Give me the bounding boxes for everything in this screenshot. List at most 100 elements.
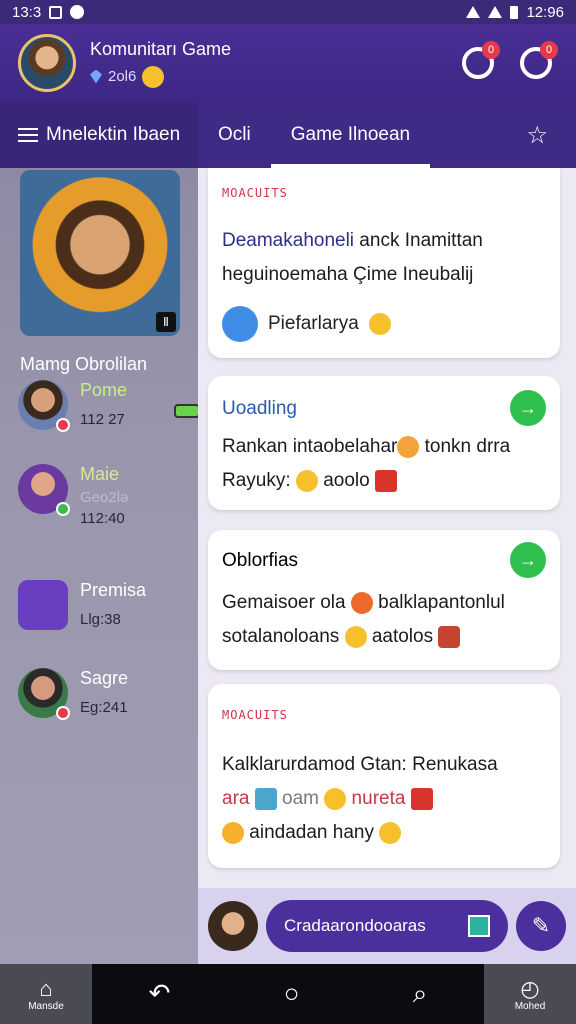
group-icon	[18, 580, 68, 630]
home-circle-icon[interactable]: ○	[284, 978, 300, 1010]
post-headline: Deamakahoneli	[222, 230, 355, 251]
battery-icon	[510, 5, 519, 19]
post-card[interactable]: MOACUITS Deamakahoneli anck Inamittan he…	[208, 168, 560, 358]
post-body: heguinoemaha Çime Ineubalij	[222, 264, 474, 285]
post-body-line1b: tonkn drra	[419, 436, 511, 457]
nav-profile-label: Mohed	[514, 1000, 546, 1012]
post-body-line2: Rayuky:	[222, 470, 296, 491]
notifications-button[interactable]: 0	[462, 41, 500, 79]
hero-image[interactable]: Ⅱ	[20, 170, 180, 336]
emoji-icon	[295, 469, 318, 492]
sim-icon	[49, 5, 63, 19]
tab-bar: Mnelektin Ibaen Ocli Game Ilnoean ☆	[0, 102, 576, 168]
post-card[interactable]: Uoadling → Rankan intaobelahar tonkn drr…	[208, 376, 560, 510]
home-icon: ⌂	[39, 975, 53, 1001]
open-arrow-button[interactable]: →	[510, 390, 546, 426]
search-icon[interactable]: ⌕	[413, 978, 428, 1010]
nav-home[interactable]: ⌂ Mansde	[0, 964, 92, 1024]
post-body-line1: Gemaisoer ola	[222, 592, 346, 613]
post-card[interactable]: Oblorfias → Gemaisoer ola balklapantonlu…	[208, 530, 560, 670]
nav-home-label: Mansde	[28, 1000, 64, 1012]
status-clock: 12:96	[526, 3, 564, 21]
emoji-icon	[374, 469, 397, 492]
post-body-line0: Kalklarurdamod Gtan: Renukasa	[222, 754, 498, 775]
smile-emoji-icon	[368, 313, 391, 335]
my-avatar[interactable]	[208, 901, 258, 951]
profile-avatar[interactable]	[18, 34, 76, 92]
notification-dot-icon	[70, 5, 85, 19]
chat-name: Premisa	[80, 580, 147, 600]
send-button[interactable]: ✎	[516, 901, 566, 951]
chat-time: 112:40	[80, 510, 125, 527]
chat-item[interactable]: Sagre Eg:241	[18, 668, 128, 720]
chat-item[interactable]: Maie Geo2lə 112:40	[18, 464, 128, 527]
messages-button[interactable]: 0	[520, 41, 558, 79]
post-body-line1: Rankan intaobelahar	[222, 436, 398, 457]
message-input[interactable]: Cradaarondooaras	[266, 900, 508, 952]
post-body-line1c: nureta	[346, 788, 406, 809]
message-placeholder: Cradaarondooaras	[284, 916, 426, 935]
menu-tab-label: Mnelektin Ibaen	[46, 124, 181, 145]
avatar	[18, 464, 70, 516]
chat-time: Llg:38	[80, 611, 121, 628]
chat-time: Eg:241	[80, 699, 128, 716]
emoji-icon	[222, 821, 244, 844]
post-body-line1b: oam	[276, 788, 319, 809]
post-headline-rest: anck Inamittan	[354, 230, 483, 251]
signal-icon	[488, 6, 503, 18]
message-composer: Cradaarondooaras ✎	[198, 888, 576, 964]
emoji-icon	[344, 625, 367, 648]
messages-badge: 0	[540, 41, 558, 59]
star-icon[interactable]: ☆	[526, 121, 548, 150]
emoji-icon	[379, 821, 402, 844]
online-dot	[56, 502, 70, 516]
emoji-icon	[350, 591, 373, 614]
status-time: 13:3	[12, 3, 42, 21]
wifi-icon	[466, 6, 481, 18]
post-body-line1b: balklapantonlul	[372, 592, 505, 613]
hamburger-icon	[18, 128, 38, 142]
chat-time: 112 27	[80, 411, 125, 428]
chat-name: Maie	[80, 464, 120, 484]
back-icon[interactable]: ↶	[149, 978, 171, 1010]
shield-icon	[222, 306, 258, 342]
sidebar-title: Mamg Obrolilan	[20, 354, 148, 374]
app-header: Komunitarı Game 2ol6 0 0	[0, 24, 576, 102]
status-bar: 13:3 12:96	[0, 0, 576, 24]
post-body-line2b: aatolos	[366, 626, 434, 647]
clock-icon: ◴	[520, 975, 540, 1001]
post-body-line2b: aoolo	[323, 470, 370, 491]
post-kicker: MOACUITS	[222, 708, 288, 722]
community-year: 2ol6	[108, 68, 137, 85]
attachment-icon[interactable]	[468, 915, 490, 937]
chat-name: Pome	[80, 380, 128, 400]
emoji-icon	[410, 787, 433, 810]
community-title: Komunitarı Game	[90, 38, 232, 59]
menu-tab[interactable]: Mnelektin Ibaen	[0, 102, 198, 168]
chat-item[interactable]: Pome 112 27	[18, 380, 128, 432]
unread-dot	[56, 706, 70, 720]
post-feed: MOACUITS Deamakahoneli anck Inamittan he…	[198, 168, 576, 964]
coin-icon	[142, 65, 165, 88]
tab-game[interactable]: Game Ilnoean	[270, 102, 431, 168]
post-kicker: MOACUITS	[222, 186, 288, 200]
post-body-line2: sotalanoloans	[222, 626, 340, 647]
gem-icon	[90, 69, 102, 84]
bottom-nav: ⌂ Mansde ↶ ○ ⌕ ◴ Mohed	[0, 964, 576, 1024]
chat-sidebar: Ⅱ Mamg Obrolilan Pome 112 27 Maie Geo2lə…	[0, 168, 200, 964]
chat-item[interactable]: Premisa Llg:38	[18, 580, 146, 630]
hero-tag: Ⅱ	[156, 312, 176, 332]
nav-profile[interactable]: ◴ Mohed	[484, 964, 576, 1024]
post-body-line1: ara	[222, 788, 250, 809]
emoji-icon	[324, 787, 347, 810]
post-body-line2: aindadan hany	[244, 822, 374, 843]
avatar	[18, 380, 70, 432]
unread-dot	[56, 418, 70, 432]
post-card[interactable]: MOACUITS Kalklarurdamod Gtan: Renukasa a…	[208, 684, 560, 868]
chat-sub: Geo2lə	[80, 489, 129, 506]
post-title: Oblorfias	[222, 550, 299, 571]
notifications-badge: 0	[482, 41, 500, 59]
post-kicker: Uoadling	[222, 398, 297, 419]
tab-ocli[interactable]: Ocli	[198, 102, 271, 168]
open-arrow-button[interactable]: →	[510, 542, 546, 578]
